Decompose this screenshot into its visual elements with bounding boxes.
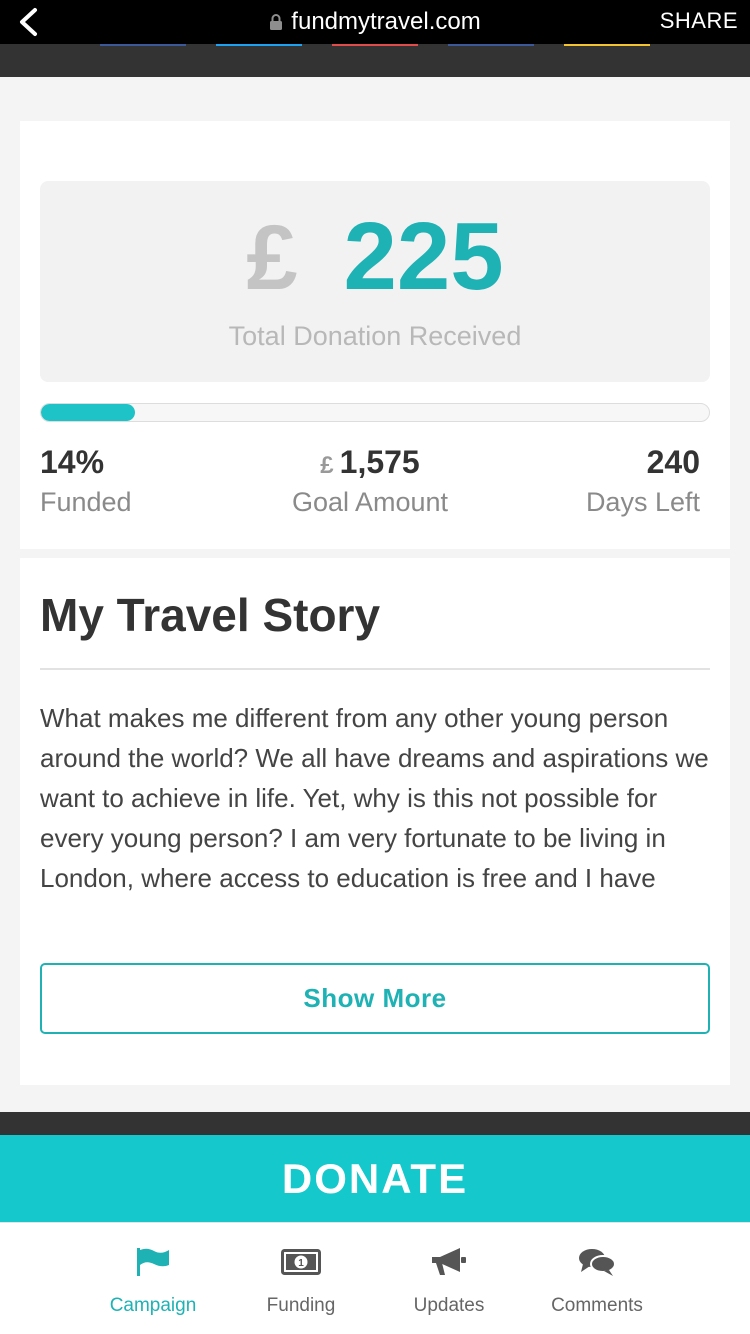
other-share-button[interactable] bbox=[564, 44, 650, 46]
lock-icon bbox=[270, 14, 283, 30]
tab-funding[interactable]: 1 Funding bbox=[226, 1223, 376, 1334]
flag-icon bbox=[137, 1248, 169, 1276]
funded-value: 14% bbox=[40, 444, 105, 480]
linkedin-share-button[interactable] bbox=[448, 44, 534, 46]
total-donation-box: £ 225 Total Donation Received bbox=[40, 181, 710, 382]
browser-bar: fundmytravel.com SHARE bbox=[0, 0, 750, 44]
goal-stat: £1,575 Goal Amount bbox=[245, 443, 495, 518]
tab-comments-label: Comments bbox=[551, 1295, 643, 1316]
funding-card: £ 225 Total Donation Received 14% Funded… bbox=[20, 121, 730, 549]
footer-strip bbox=[0, 1112, 750, 1137]
funded-stat: 14% Funded bbox=[40, 443, 132, 518]
show-more-button[interactable]: Show More bbox=[40, 963, 710, 1034]
address-bar[interactable]: fundmytravel.com bbox=[0, 8, 750, 36]
svg-text:1: 1 bbox=[298, 1258, 304, 1269]
divider bbox=[40, 668, 710, 670]
goal-currency: £ bbox=[320, 452, 334, 479]
tab-campaign[interactable]: Campaign bbox=[78, 1223, 228, 1334]
progress-fill bbox=[41, 404, 135, 421]
goal-label: Goal Amount bbox=[291, 487, 449, 518]
banknote-icon: 1 bbox=[281, 1249, 321, 1275]
share-button[interactable]: SHARE bbox=[660, 8, 738, 34]
story-card: My Travel Story What makes me different … bbox=[20, 558, 730, 1085]
story-text: What makes me different from any other y… bbox=[40, 703, 709, 893]
url-text: fundmytravel.com bbox=[291, 8, 481, 35]
days-label: Days Left bbox=[585, 487, 700, 518]
tab-campaign-label: Campaign bbox=[109, 1295, 197, 1316]
tab-funding-label: Funding bbox=[266, 1295, 336, 1316]
tab-comments[interactable]: Comments bbox=[522, 1223, 672, 1334]
megaphone-icon bbox=[432, 1248, 466, 1275]
comments-icon bbox=[579, 1249, 616, 1276]
days-left-stat: 240 Days Left bbox=[586, 443, 700, 518]
twitter-share-button[interactable] bbox=[216, 44, 302, 46]
tab-updates-label: Updates bbox=[413, 1295, 485, 1316]
total-amount: 225 bbox=[343, 203, 504, 310]
tab-updates[interactable]: Updates bbox=[374, 1223, 524, 1334]
social-share-strip bbox=[0, 44, 750, 77]
total-donation-label: Total Donation Received bbox=[228, 321, 522, 351]
funding-progress-bar bbox=[40, 403, 710, 422]
days-value: 240 bbox=[646, 444, 700, 480]
email-share-button[interactable] bbox=[332, 44, 418, 46]
story-title: My Travel Story bbox=[40, 589, 381, 641]
funded-label: Funded bbox=[40, 487, 132, 518]
currency-symbol: £ bbox=[246, 207, 298, 309]
donate-button[interactable]: DONATE bbox=[0, 1135, 750, 1222]
goal-value: 1,575 bbox=[339, 444, 420, 480]
facebook-share-button[interactable] bbox=[100, 44, 186, 46]
tab-bar: Campaign 1 Funding Updates Comments bbox=[0, 1222, 750, 1334]
